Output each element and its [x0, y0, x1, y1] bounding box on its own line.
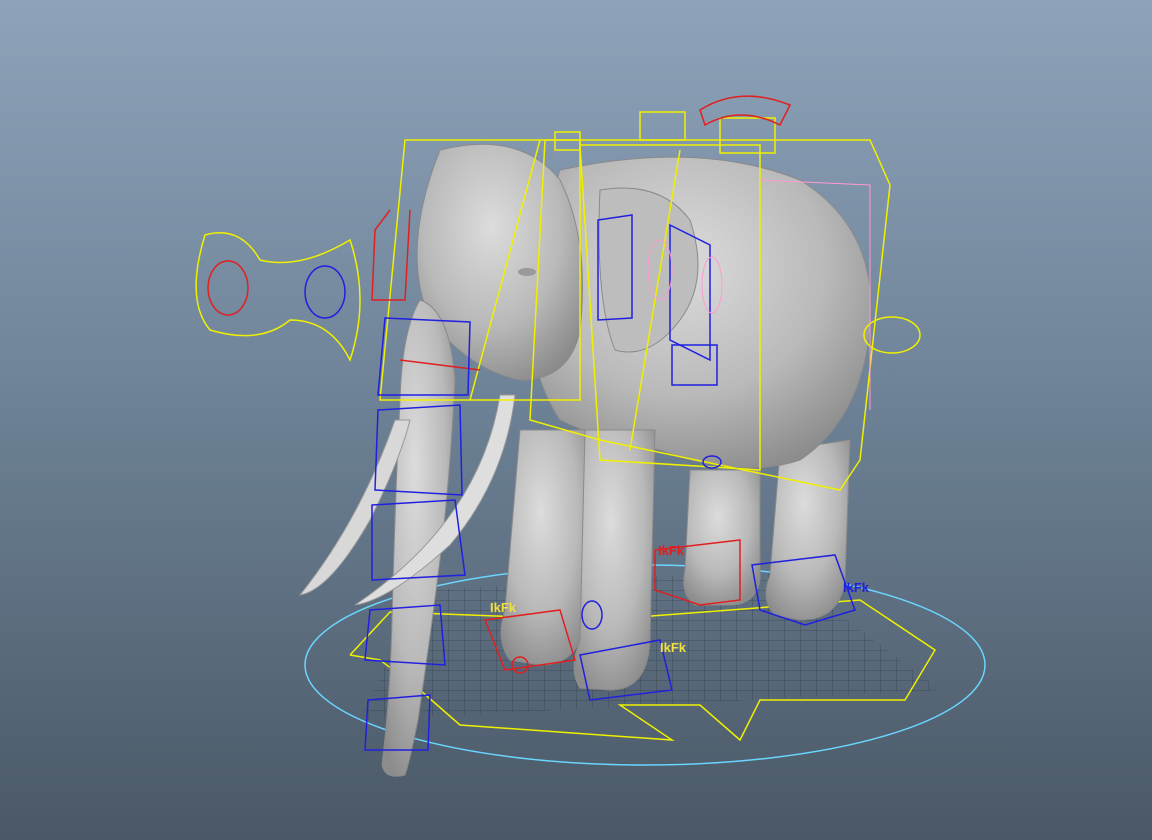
- elephant-rig-scene[interactable]: IkFk IkFk IkFk IkFk: [0, 0, 1152, 840]
- eye: [518, 268, 536, 276]
- maya-3d-viewport[interactable]: IkFk IkFk IkFk IkFk: [0, 0, 1152, 840]
- ikfk-switch-rear-right[interactable]: IkFk: [843, 580, 870, 595]
- ikfk-switch-front-left[interactable]: IkFk: [490, 600, 517, 615]
- ikfk-switch-front-right[interactable]: IkFk: [660, 640, 687, 655]
- ikfk-switch-rear-left[interactable]: IkFk: [658, 543, 685, 558]
